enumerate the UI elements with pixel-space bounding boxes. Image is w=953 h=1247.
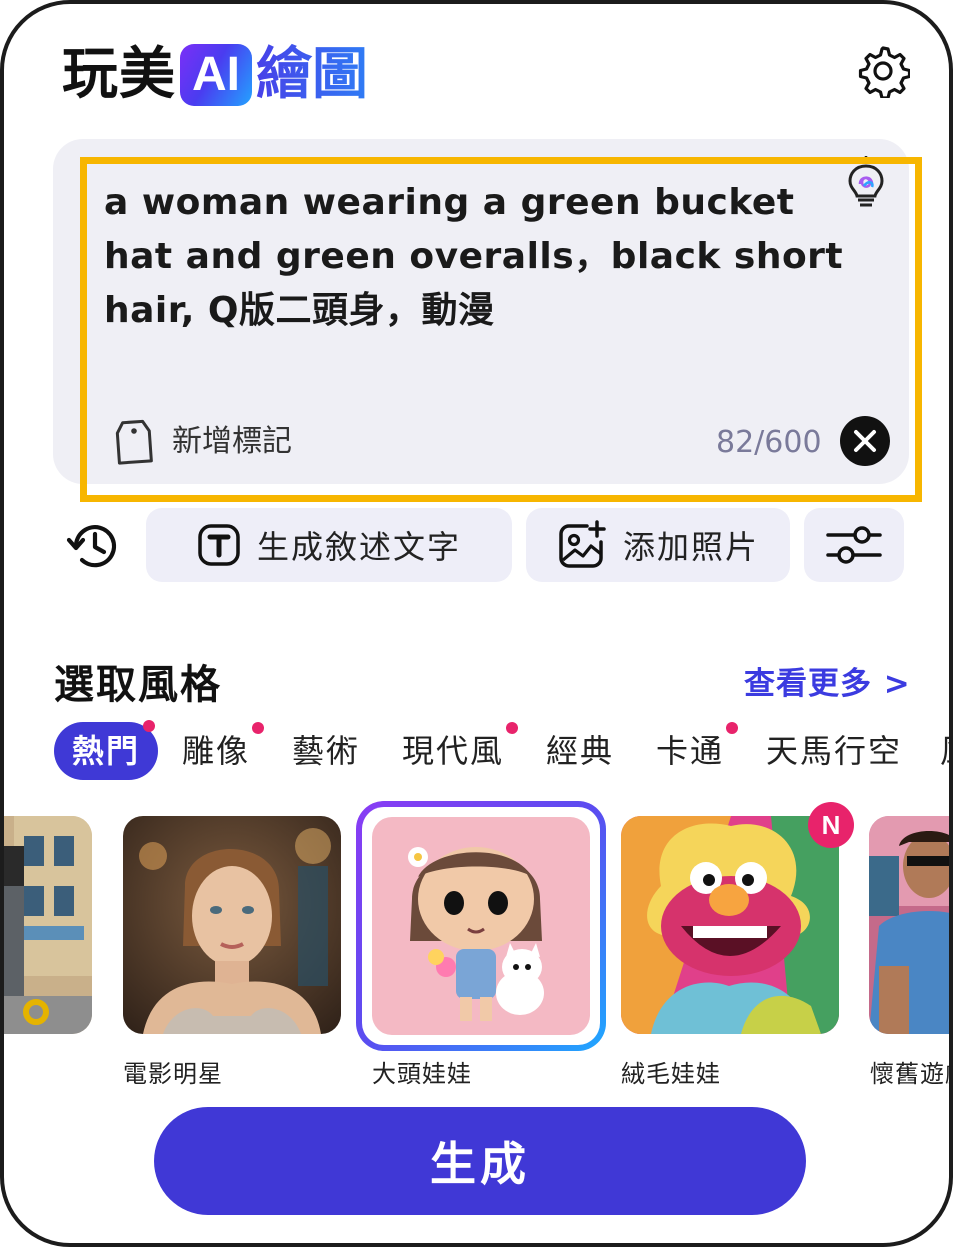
retro-game-thumbnail [869,816,949,1034]
clear-prompt-button[interactable] [840,416,890,466]
style-label-big-head-doll: 大頭娃娃 [372,1060,472,1088]
style-card-plush-doll[interactable] [621,816,839,1034]
new-badge: N [808,802,854,848]
add-tag-button[interactable]: 新增標記 [172,420,292,464]
sliders-icon [826,526,882,564]
plush-puppet-thumbnail [621,816,839,1034]
logo-text-primary: 玩美 [62,42,176,107]
see-more-link[interactable]: 查看更多 > [744,658,911,703]
tab-hot[interactable]: 熱門 [54,722,159,780]
style-label-retro-game: 懷舊遊戲 [870,1060,949,1088]
tab-modern-dot [506,722,518,734]
logo-ai-badge: AI [180,44,252,106]
advanced-settings-button[interactable] [804,508,904,582]
character-counter: 82/600 [716,425,822,460]
tab-cartoon[interactable]: 卡通 [656,722,724,780]
tab-cartoon-dot [726,722,738,734]
tab-statue[interactable]: 雕像 [182,722,250,780]
tab-classic[interactable]: 經典 [546,722,614,780]
history-icon[interactable] [66,518,122,574]
add-photo-button[interactable]: 添加照片 [526,508,790,582]
logo-text-secondary: 繪圖 [256,42,368,107]
generate-button[interactable]: 生成 [154,1107,806,1215]
lego-figure-thumbnail [4,816,92,1034]
tab-wind[interactable]: 風 [940,722,949,780]
tab-art[interactable]: 藝術 [292,722,360,780]
style-label-plush-doll: 絨毛娃娃 [621,1060,721,1088]
style-card-retro-game[interactable] [869,816,949,1034]
generate-description-button[interactable]: 生成敘述文字 [146,508,512,582]
tab-fantasy[interactable]: 天馬行空 [766,722,902,780]
settings-gear-icon[interactable] [856,44,910,98]
movie-star-portrait-thumbnail [123,816,341,1034]
prompt-textarea[interactable]: a woman wearing a green bucket hat and g… [104,176,844,338]
lightbulb-inspiration-icon[interactable] [844,156,888,212]
tag-icon[interactable] [114,416,154,468]
close-icon [854,430,876,452]
tab-hot-dot [143,720,155,732]
tab-modern[interactable]: 現代風 [402,722,504,780]
app-screen: 玩美 AI 繪圖 a woman wearing a green bucket … [0,0,953,1247]
big-head-doll-thumbnail [372,817,590,1035]
style-tabs: 熱門 雕像 藝術 現代風 經典 卡通 天馬行空 風 [54,720,949,782]
text-t-icon [198,524,240,566]
style-card-lego[interactable] [4,816,92,1034]
tab-statue-dot [252,722,264,734]
add-photo-label: 添加照片 [622,528,759,566]
app-logo: 玩美 AI 繪圖 [62,42,368,108]
generate-description-label: 生成敘述文字 [256,528,461,566]
style-card-movie-star[interactable] [123,816,341,1034]
style-card-big-head-doll[interactable] [372,817,590,1035]
style-label-movie-star: 電影明星 [123,1060,223,1088]
add-photo-icon [559,520,606,568]
style-section-title: 選取風格 [54,662,222,708]
